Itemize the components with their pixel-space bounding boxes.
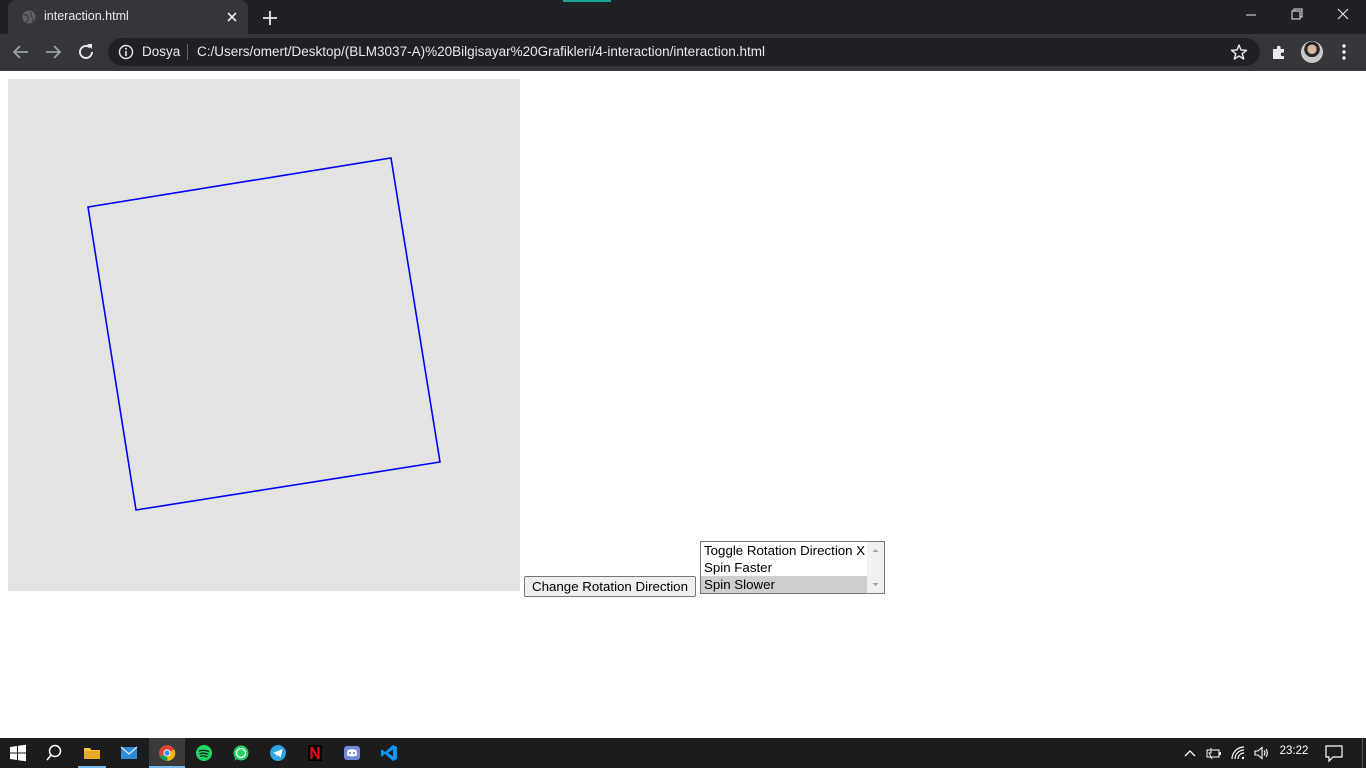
tab-title: interaction.html [44,9,129,23]
mail-icon [120,746,138,759]
wifi-icon[interactable] [1230,745,1246,761]
address-bar[interactable]: Dosya C:/Users/omert/Desktop/(BLM3037-A)… [108,38,1260,66]
more-menu-icon[interactable] [1336,42,1352,62]
scroll-up-arrow-icon[interactable] [867,542,884,559]
taskbar-telegram[interactable] [260,738,296,768]
taskbar-spotify[interactable] [186,738,222,768]
restore-icon[interactable] [1274,0,1320,30]
control-listbox[interactable]: Toggle Rotation Direction X Spin Faster … [700,541,885,594]
rotating-square [87,157,441,511]
scroll-down-arrow-icon[interactable] [867,576,884,593]
whatsapp-icon [233,745,249,761]
chrome-icon [159,745,176,762]
globe-icon [22,10,36,24]
forward-icon[interactable] [42,41,64,63]
browser-toolbar: Dosya C:/Users/omert/Desktop/(BLM3037-A)… [0,34,1366,70]
taskbar-file-explorer[interactable] [74,738,110,768]
reload-icon[interactable] [75,41,97,63]
windows-logo-icon [10,744,26,762]
windows-taskbar [0,738,1366,768]
taskbar-netflix[interactable] [297,738,333,768]
minimize-icon[interactable] [1228,0,1274,30]
netflix-icon [308,745,322,761]
discord-icon [344,746,360,760]
tab-active[interactable]: interaction.html [8,0,248,34]
taskbar-chrome[interactable] [149,738,185,768]
start-button[interactable] [0,738,36,768]
listbox-option[interactable]: Toggle Rotation Direction X [701,542,868,559]
notification-center-icon[interactable] [1324,743,1344,763]
vscode-icon [381,745,397,761]
telegram-icon [270,745,286,761]
toolbar-divider [0,70,1366,71]
extensions-puzzle-icon[interactable] [1270,43,1288,61]
url-text[interactable]: C:/Users/omert/Desktop/(BLM3037-A)%20Bil… [197,44,765,59]
back-icon[interactable] [10,41,32,63]
profile-avatar[interactable] [1301,41,1323,63]
taskbar-whatsapp[interactable] [223,738,259,768]
security-label: Dosya [142,44,181,59]
taskbar-mail[interactable] [111,738,147,768]
close-window-icon[interactable] [1320,0,1366,30]
battery-icon[interactable] [1206,745,1222,761]
change-rotation-direction-button[interactable]: Change Rotation Direction [524,576,696,597]
taskbar-vscode[interactable] [371,738,407,768]
webgl-canvas[interactable] [8,79,520,591]
speaker-volume-icon[interactable] [1253,745,1269,761]
listbox-option-selected[interactable]: Spin Slower [701,576,868,593]
top-accent-bar [563,0,611,2]
canvas-drawing [87,157,441,511]
show-desktop-button[interactable] [1362,738,1366,768]
folder-icon [84,748,100,759]
info-icon[interactable] [118,44,134,60]
listbox-option[interactable]: Spin Faster [701,559,868,576]
new-tab-icon[interactable] [260,8,280,28]
spotify-icon [196,745,212,761]
taskbar-clock[interactable]: 23:22 [1272,745,1316,757]
close-tab-icon[interactable] [224,9,240,25]
omnibox-divider [187,44,188,60]
chevron-up-icon[interactable] [1182,745,1198,761]
taskbar-discord[interactable] [334,738,370,768]
search-button[interactable] [36,738,72,768]
search-icon [46,744,62,761]
bookmark-star-icon[interactable] [1230,43,1248,61]
